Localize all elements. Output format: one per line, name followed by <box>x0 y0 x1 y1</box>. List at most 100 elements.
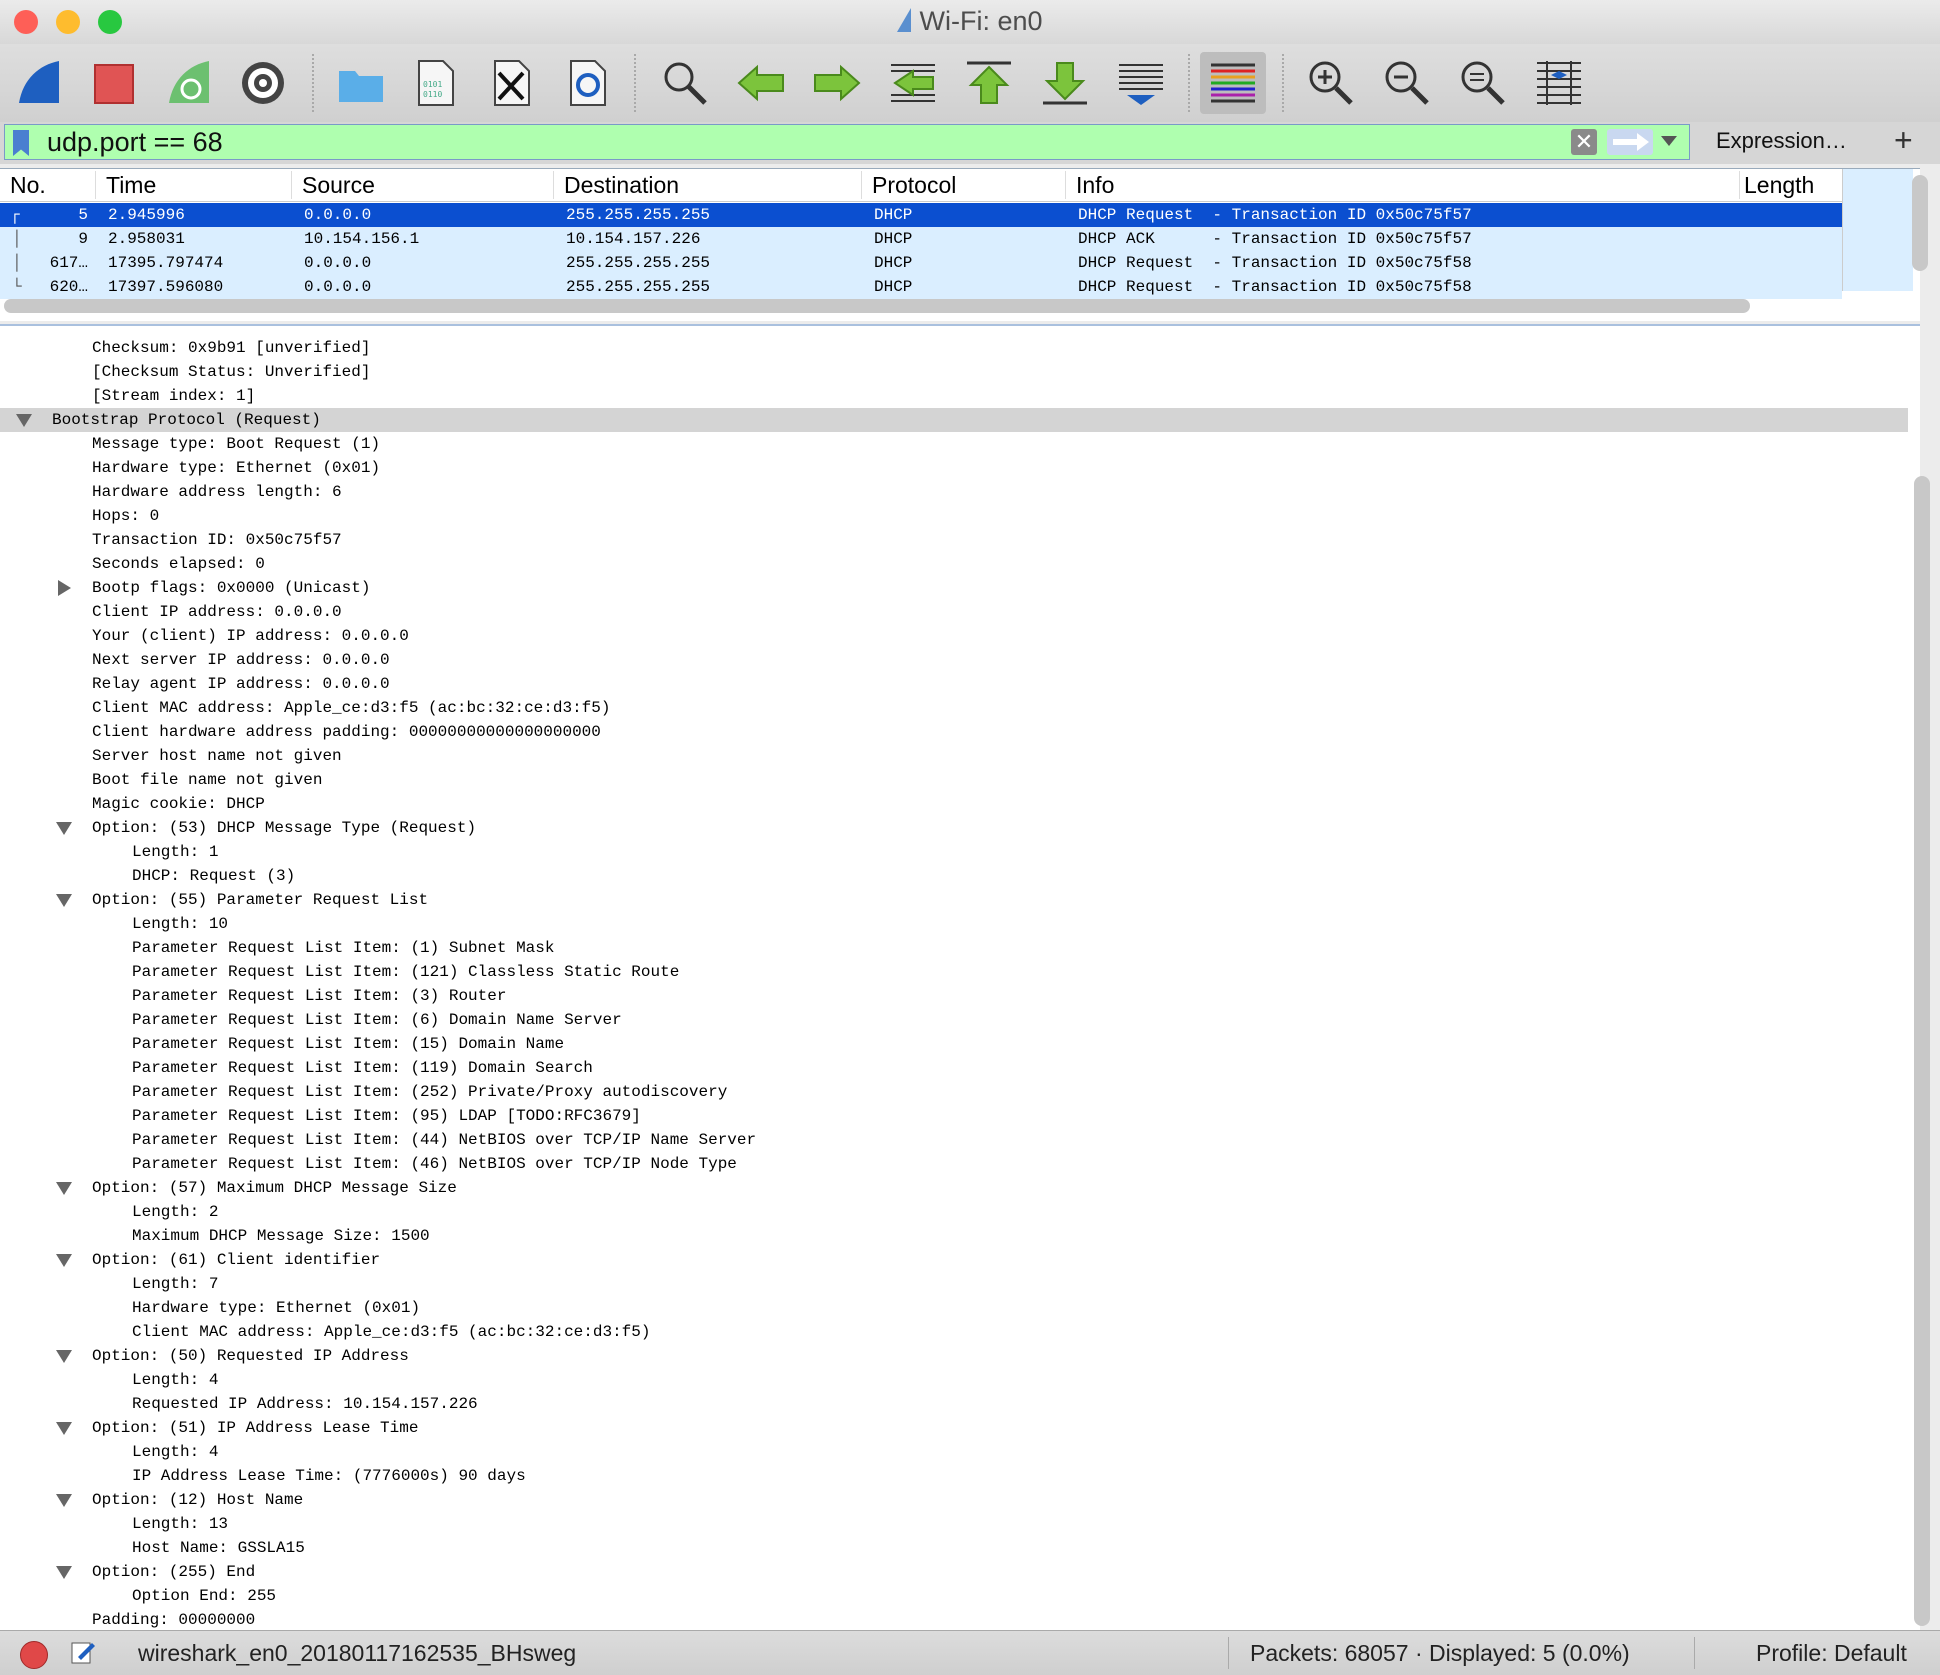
detail-tree-item[interactable]: Requested IP Address: 10.154.157.226 <box>0 1392 1908 1416</box>
collapsed-triangle-icon[interactable] <box>58 580 71 596</box>
detail-tree-item[interactable]: Maximum DHCP Message Size: 1500 <box>0 1224 1908 1248</box>
expanded-triangle-icon[interactable] <box>56 1254 72 1267</box>
detail-tree-item[interactable]: Length: 7 <box>0 1272 1908 1296</box>
expanded-triangle-icon[interactable] <box>16 414 32 427</box>
detail-tree-item[interactable]: Option End: 255 <box>0 1584 1908 1608</box>
detail-tree-item[interactable]: Message type: Boot Request (1) <box>0 432 1908 456</box>
capture-options-button[interactable] <box>232 52 294 114</box>
expanded-triangle-icon[interactable] <box>56 1494 72 1507</box>
detail-tree-item[interactable]: Parameter Request List Item: (3) Router <box>0 984 1908 1008</box>
detail-tree-item[interactable]: Length: 4 <box>0 1440 1908 1464</box>
detail-tree-item[interactable]: Bootp flags: 0x0000 (Unicast) <box>0 576 1908 600</box>
go-forward-button[interactable] <box>806 52 868 114</box>
detail-tree-item[interactable]: Server host name not given <box>0 744 1908 768</box>
colorize-button[interactable] <box>1200 52 1266 114</box>
detail-tree-item[interactable]: Parameter Request List Item: (252) Priva… <box>0 1080 1908 1104</box>
save-file-button[interactable]: 0101 0110 <box>404 52 466 114</box>
column-header-info[interactable]: Info <box>1070 171 1740 199</box>
packet-list-minimap[interactable] <box>1842 169 1913 291</box>
detail-tree-item[interactable]: [Stream index: 1] <box>0 384 1908 408</box>
expanded-triangle-icon[interactable] <box>56 1182 72 1195</box>
stop-capture-button[interactable] <box>82 52 144 114</box>
find-packet-button[interactable] <box>654 52 716 114</box>
detail-tree-item[interactable]: Option: (57) Maximum DHCP Message Size <box>0 1176 1908 1200</box>
recent-filters-dropdown-icon[interactable] <box>1661 136 1677 146</box>
detail-tree-item[interactable]: Host Name: GSSLA15 <box>0 1536 1908 1560</box>
detail-tree-item[interactable]: Hardware type: Ethernet (0x01) <box>0 1296 1908 1320</box>
packet-row[interactable]: │ 617… 17395.797474 0.0.0.0 255.255.255.… <box>0 251 1842 275</box>
expanded-triangle-icon[interactable] <box>56 1422 72 1435</box>
packet-row[interactable]: └ 620… 17397.596080 0.0.0.0 255.255.255.… <box>0 275 1842 299</box>
detail-tree-item[interactable]: Length: 13 <box>0 1512 1908 1536</box>
detail-tree-item[interactable]: Hops: 0 <box>0 504 1908 528</box>
detail-tree-item[interactable]: Parameter Request List Item: (1) Subnet … <box>0 936 1908 960</box>
detail-tree-item[interactable]: Length: 2 <box>0 1200 1908 1224</box>
packet-list-vertical-scrollbar[interactable] <box>1912 175 1928 271</box>
detail-tree-item[interactable]: DHCP: Request (3) <box>0 864 1908 888</box>
detail-tree-item[interactable]: Boot file name not given <box>0 768 1908 792</box>
add-filter-button[interactable]: + <box>1894 122 1913 159</box>
packet-row[interactable]: ┌ 5 2.945996 0.0.0.0 255.255.255.255 DHC… <box>0 203 1842 227</box>
detail-tree-item[interactable]: Option: (255) End <box>0 1560 1908 1584</box>
detail-tree-item[interactable]: Option: (55) Parameter Request List <box>0 888 1908 912</box>
zoom-normal-button[interactable] <box>1452 52 1514 114</box>
resize-columns-button[interactable] <box>1528 52 1590 114</box>
reload-file-button[interactable] <box>556 52 618 114</box>
column-header-length[interactable]: Length <box>1738 171 1838 199</box>
go-back-button[interactable] <box>730 52 792 114</box>
expanded-triangle-icon[interactable] <box>56 1566 72 1579</box>
detail-tree-item[interactable]: Parameter Request List Item: (44) NetBIO… <box>0 1128 1908 1152</box>
detail-tree-item[interactable]: Next server IP address: 0.0.0.0 <box>0 648 1908 672</box>
detail-tree-item[interactable]: Hardware type: Ethernet (0x01) <box>0 456 1908 480</box>
detail-tree-item[interactable]: Option: (50) Requested IP Address <box>0 1344 1908 1368</box>
detail-tree-item[interactable]: IP Address Lease Time: (7776000s) 90 day… <box>0 1464 1908 1488</box>
go-last-packet-button[interactable] <box>1034 52 1096 114</box>
column-header-time[interactable]: Time <box>100 171 292 199</box>
detail-tree-item[interactable]: Parameter Request List Item: (15) Domain… <box>0 1032 1908 1056</box>
zoom-in-button[interactable] <box>1300 52 1362 114</box>
packet-row[interactable]: │ 9 2.958031 10.154.156.1 10.154.157.226… <box>0 227 1842 251</box>
zoom-out-button[interactable] <box>1376 52 1438 114</box>
packet-details-scrollbar[interactable] <box>1914 476 1930 1626</box>
detail-tree-item[interactable]: Parameter Request List Item: (46) NetBIO… <box>0 1152 1908 1176</box>
detail-tree-item[interactable]: Client IP address: 0.0.0.0 <box>0 600 1908 624</box>
detail-tree-item[interactable]: Parameter Request List Item: (121) Class… <box>0 960 1908 984</box>
detail-tree-item[interactable]: Checksum: 0x9b91 [unverified] <box>0 336 1908 360</box>
detail-tree-item[interactable]: Length: 1 <box>0 840 1908 864</box>
detail-tree-item[interactable]: Seconds elapsed: 0 <box>0 552 1908 576</box>
filter-bookmark-icon[interactable] <box>13 130 29 156</box>
close-file-button[interactable] <box>480 52 542 114</box>
column-header-protocol[interactable]: Protocol <box>866 171 1066 199</box>
column-header-source[interactable]: Source <box>296 171 554 199</box>
detail-tree-item[interactable]: Parameter Request List Item: (6) Domain … <box>0 1008 1908 1032</box>
column-header-no[interactable]: No. <box>4 171 96 199</box>
display-filter-input[interactable] <box>43 125 1561 159</box>
detail-tree-item[interactable]: Hardware address length: 6 <box>0 480 1908 504</box>
expert-info-icon[interactable] <box>20 1641 48 1669</box>
detail-tree-item[interactable]: Option: (51) IP Address Lease Time <box>0 1416 1908 1440</box>
detail-tree-item[interactable]: Client hardware address padding: 0000000… <box>0 720 1908 744</box>
capture-comment-icon[interactable] <box>70 1639 96 1665</box>
detail-tree-item[interactable]: Padding: 00000000 <box>0 1608 1908 1632</box>
detail-tree-item[interactable]: Length: 10 <box>0 912 1908 936</box>
apply-filter-button[interactable] <box>1607 129 1653 155</box>
detail-tree-item[interactable]: Option: (61) Client identifier <box>0 1248 1908 1272</box>
packet-list-horizontal-scrollbar[interactable] <box>4 299 1750 313</box>
detail-tree-item[interactable]: Client MAC address: Apple_ce:d3:f5 (ac:b… <box>0 696 1908 720</box>
detail-tree-item[interactable]: Relay agent IP address: 0.0.0.0 <box>0 672 1908 696</box>
detail-tree-item[interactable]: Bootstrap Protocol (Request) <box>0 408 1908 432</box>
open-file-button[interactable] <box>330 52 392 114</box>
column-header-destination[interactable]: Destination <box>558 171 862 199</box>
expression-button[interactable]: Expression… <box>1716 128 1847 154</box>
expanded-triangle-icon[interactable] <box>56 822 72 835</box>
detail-tree-item[interactable]: [Checksum Status: Unverified] <box>0 360 1908 384</box>
detail-tree-item[interactable]: Option: (53) DHCP Message Type (Request) <box>0 816 1908 840</box>
autoscroll-button[interactable] <box>1110 52 1172 114</box>
detail-tree-item[interactable]: Option: (12) Host Name <box>0 1488 1908 1512</box>
detail-tree-item[interactable]: Client MAC address: Apple_ce:d3:f5 (ac:b… <box>0 1320 1908 1344</box>
expanded-triangle-icon[interactable] <box>56 1350 72 1363</box>
go-to-packet-button[interactable] <box>882 52 944 114</box>
clear-filter-button[interactable]: ✕ <box>1571 129 1597 155</box>
detail-tree-item[interactable]: Your (client) IP address: 0.0.0.0 <box>0 624 1908 648</box>
detail-tree-item[interactable]: Length: 4 <box>0 1368 1908 1392</box>
